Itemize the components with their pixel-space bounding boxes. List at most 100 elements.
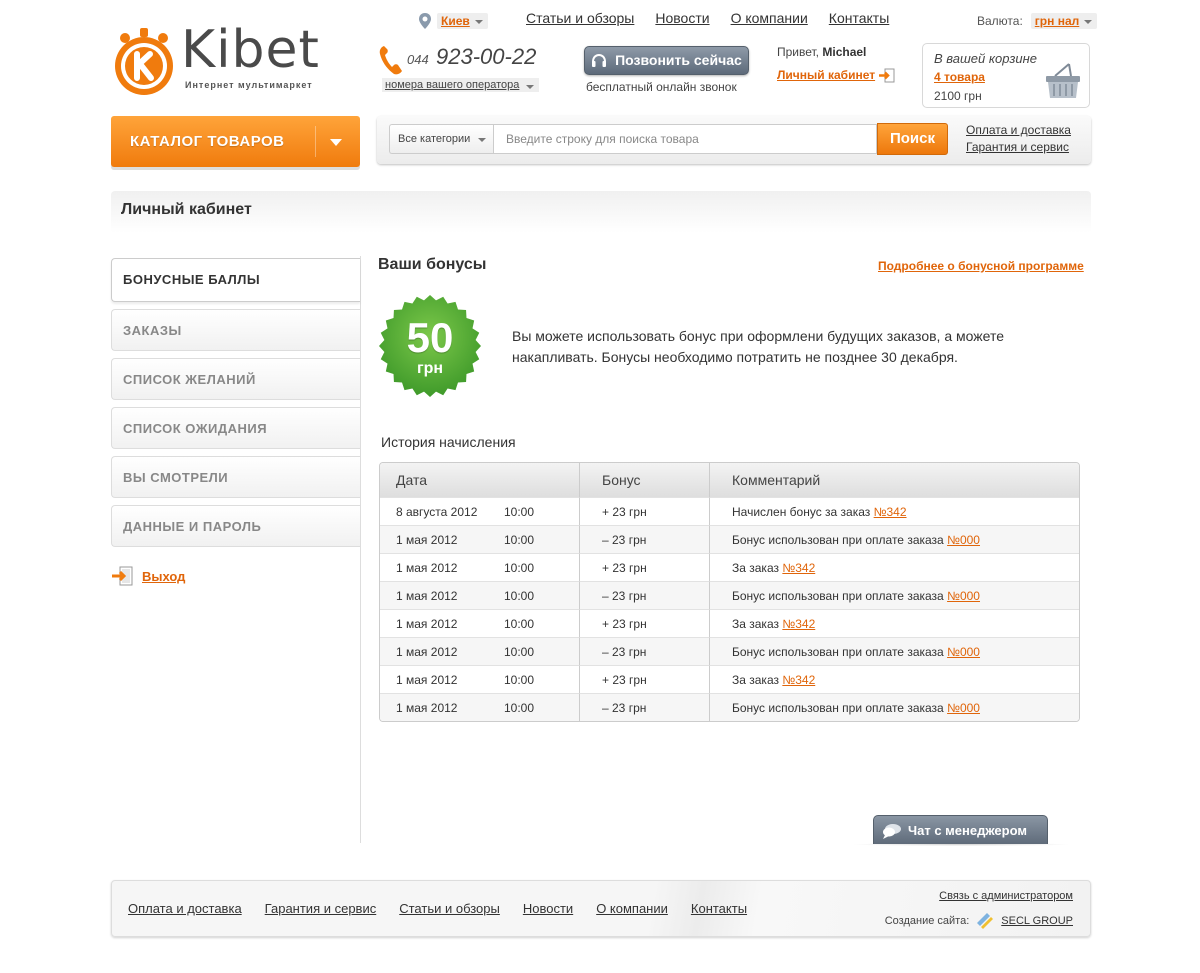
bonus-amount: 50 <box>406 314 454 361</box>
table-row: 1 мая 2012 10:00– 23 грн Бонус использован… <box>380 525 1079 553</box>
cell-date: 1 мая 2012 10:00 <box>380 693 580 721</box>
row-comment: За заказ <box>732 560 779 575</box>
headset-icon <box>592 54 607 68</box>
table-row: 1 мая 2012 10:00 + 23 грн За заказ №342 <box>380 665 1079 693</box>
order-link[interactable]: №342 <box>782 561 815 575</box>
table-row: 1 мая 2012 10:00– 23 грн Бонус использован… <box>380 581 1079 609</box>
cart-widget[interactable]: В вашей корзине 4 товара 2100 грн <box>922 43 1090 108</box>
cell-comment: За заказ №342 <box>710 665 1079 693</box>
cell-date: 1 мая 2012 10:00 <box>380 665 580 693</box>
contact-admin-link[interactable]: Связь с администратором <box>939 890 1073 902</box>
order-link[interactable]: №000 <box>947 533 980 547</box>
user-greeting: Привет, Michael <box>777 45 866 59</box>
logout[interactable]: Выход <box>111 566 185 586</box>
search-input[interactable] <box>493 124 877 154</box>
row-time: 10:00 <box>504 560 535 575</box>
search-category-label: Все категории <box>398 133 471 145</box>
row-time: 10:00 <box>504 644 535 659</box>
row-date: 1 мая 2012 <box>396 616 458 631</box>
row-date: 1 мая 2012 <box>396 644 458 659</box>
row-comment: Бонус использован при оплате заказа <box>732 588 944 603</box>
footer-link-news[interactable]: Новости <box>523 901 573 916</box>
order-link[interactable]: №342 <box>782 617 815 631</box>
logo-badge-icon <box>115 28 173 95</box>
sidebar-item-waitlist[interactable]: СПИСОК ОЖИДАНИЯ <box>111 407 360 449</box>
chat-manager-button[interactable]: Чат с менеджером <box>873 815 1048 844</box>
footer-link-warranty[interactable]: Гарантия и сервис <box>265 901 377 916</box>
order-link[interactable]: №342 <box>874 505 907 519</box>
nav-link-articles[interactable]: Статьи и обзоры <box>526 10 634 26</box>
chevron-down-icon <box>1084 20 1093 24</box>
city-dropdown[interactable]: Киев <box>437 13 488 29</box>
made-by-label: Создание сайта: <box>884 915 970 927</box>
logout-link[interactable]: Выход <box>142 569 185 584</box>
footer-navigation: Оплата и доставка Гарантия и сервис Стат… <box>128 901 747 916</box>
cell-date: 1 мая 2012 10:00 <box>380 581 580 609</box>
call-free-note: бесплатный онлайн звонок <box>586 80 737 94</box>
logo-wordmark: Kibet <box>181 20 320 80</box>
currency-dropdown[interactable]: грн нал <box>1030 13 1098 29</box>
top-navigation: Статьи и обзоры Новости О компании Конта… <box>526 10 889 26</box>
order-link[interactable]: №000 <box>947 701 980 715</box>
bonus-section-title: Ваши бонусы <box>378 256 487 273</box>
footer-link-about[interactable]: О компании <box>596 901 668 916</box>
order-link[interactable]: №342 <box>782 673 815 687</box>
cell-comment: Бонус использован при оплате заказа №000 <box>710 581 1079 609</box>
sidebar-item-orders[interactable]: ЗАКАЗЫ <box>111 309 360 351</box>
operators-label: номера вашего оператора <box>385 79 520 91</box>
order-link[interactable]: №000 <box>947 645 980 659</box>
sidebar-item-data-password[interactable]: ДАННЫЕ И ПАРОЛЬ <box>111 505 360 547</box>
currency-value: грн нал <box>1034 14 1080 28</box>
bonus-unit: грн <box>416 360 444 377</box>
row-date: 8 августа 2012 <box>396 504 478 519</box>
footer-link-articles[interactable]: Статьи и обзоры <box>399 901 500 916</box>
bonus-program-link[interactable]: Подробнее о бонусной программе <box>878 259 1084 273</box>
table-row: 8 августа 2012 10:00 + 23 грн Начислен бону… <box>380 497 1079 525</box>
cell-bonus: + 23 грн <box>580 497 710 525</box>
cell-bonus: + 23 грн <box>580 665 710 693</box>
cell-bonus: – 23 грн <box>580 581 710 609</box>
history-title: История начисления <box>381 434 516 450</box>
warranty-service-link[interactable]: Гарантия и сервис <box>966 140 1071 154</box>
cell-comment: Бонус использован при оплате заказа №000 <box>710 693 1079 721</box>
personal-cabinet-link[interactable]: Личный кабинет <box>777 68 875 82</box>
operators-dropdown[interactable]: номера вашего оператора <box>382 78 540 92</box>
chevron-down-icon <box>478 138 486 142</box>
bonus-seal: 50 грн <box>378 294 482 398</box>
site-logo[interactable]: Kibet Интернет мультимаркет <box>111 20 326 100</box>
chevron-down-icon <box>474 20 483 24</box>
catalog-divider <box>315 126 316 157</box>
secl-group-link[interactable]: SECL GROUP <box>1001 915 1073 927</box>
search-button[interactable]: Поиск <box>877 123 948 155</box>
nav-link-news[interactable]: Новости <box>655 10 709 26</box>
payment-delivery-link[interactable]: Оплата и доставка <box>966 123 1071 137</box>
footer-link-contacts[interactable]: Контакты <box>691 901 747 916</box>
sidebar-item-bonus-points[interactable]: БОНУСНЫЕ БАЛЛЫ <box>111 258 360 302</box>
table-row: 1 мая 2012 10:00– 23 грн Бонус использован… <box>380 693 1079 721</box>
phone-number[interactable]: 923-00-22 <box>436 44 536 70</box>
table-row: 1 мая 2012 10:00– 23 грн Бонус использован… <box>380 637 1079 665</box>
cell-date: 1 мая 2012 10:00 <box>380 553 580 581</box>
cell-comment: За заказ №342 <box>710 609 1079 637</box>
sidebar-item-viewed[interactable]: ВЫ СМОТРЕЛИ <box>111 456 360 498</box>
footer-link-payment[interactable]: Оплата и доставка <box>128 901 242 916</box>
logout-icon[interactable] <box>878 68 895 83</box>
cell-bonus: + 23 грн <box>580 609 710 637</box>
table-row: 1 мая 2012 10:00 + 23 грн За заказ №342 <box>380 553 1079 581</box>
call-now-button[interactable]: Позвонить сейчас <box>584 46 749 75</box>
cell-date: 1 мая 2012 10:00 <box>380 637 580 665</box>
cart-count-link[interactable]: 4 товара <box>934 70 985 84</box>
row-date: 1 мая 2012 <box>396 700 458 715</box>
row-date: 1 мая 2012 <box>396 672 458 687</box>
catalog-button[interactable]: КАТАЛОГ ТОВАРОВ <box>111 116 360 167</box>
order-link[interactable]: №000 <box>947 589 980 603</box>
basket-icon <box>1046 63 1080 98</box>
logo-tagline: Интернет мультимаркет <box>185 80 313 90</box>
nav-link-about[interactable]: О компании <box>731 10 808 26</box>
chat-bubble-icon <box>883 824 901 839</box>
made-by: Создание сайта: SECL GROUP <box>885 911 1073 931</box>
sidebar-item-wishlist[interactable]: СПИСОК ЖЕЛАНИЙ <box>111 358 360 400</box>
nav-link-contacts[interactable]: Контакты <box>829 10 889 26</box>
city-selector[interactable]: Киев <box>418 12 488 30</box>
search-category-dropdown[interactable]: Все категории <box>389 124 493 154</box>
